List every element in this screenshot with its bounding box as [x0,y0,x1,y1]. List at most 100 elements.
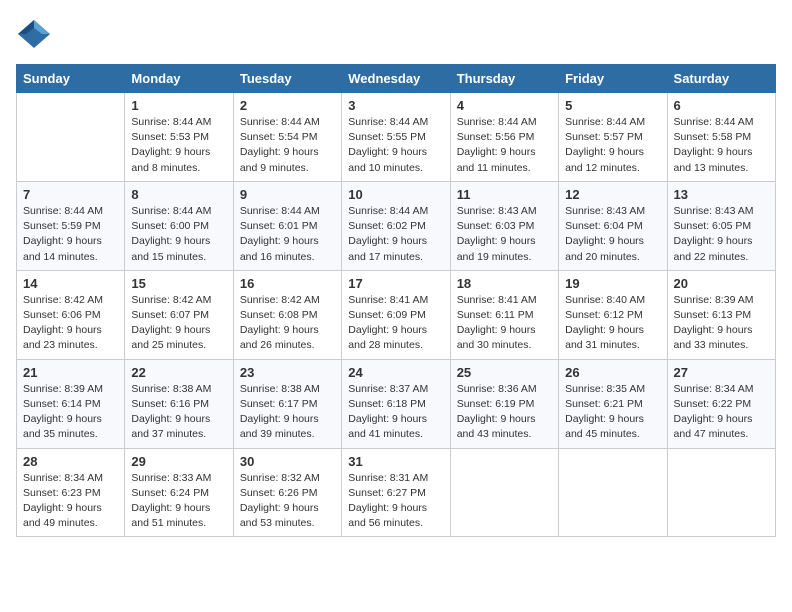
calendar-cell: 31Sunrise: 8:31 AM Sunset: 6:27 PM Dayli… [342,448,450,537]
day-number: 12 [565,187,660,202]
day-info: Sunrise: 8:38 AM Sunset: 6:17 PM Dayligh… [240,382,335,443]
calendar-cell: 18 Sunrise: 8:41 AM Sunset: 6:11 PM Dayli… [450,270,558,359]
day-number: 31 [348,454,443,469]
calendar-cell: 24Sunrise: 8:37 AM Sunset: 6:18 PM Dayli… [342,359,450,448]
day-number: 27 [674,365,769,380]
day-number: 18 [457,276,552,291]
day-info: Sunrise: 8:44 AM Sunset: 5:59 PM Dayligh… [23,204,118,265]
day-info: Sunrise: 8:44 AM Sunset: 6:01 PM Dayligh… [240,204,335,265]
logo [16,16,56,52]
logo-icon [16,16,52,52]
calendar-cell: 5 Sunrise: 8:44 AM Sunset: 5:57 PM Daylig… [559,93,667,182]
calendar-cell [559,448,667,537]
day-number: 2 [240,98,335,113]
calendar-cell: 1 Sunrise: 8:44 AM Sunset: 5:53 PM Daylig… [125,93,233,182]
page-header [16,16,776,52]
calendar-cell: 30 Sunrise: 8:32 AM Sunset: 6:26 PM Dayli… [233,448,341,537]
weekday-header: Sunday [17,65,125,93]
day-info: Sunrise: 8:44 AM Sunset: 5:57 PM Dayligh… [565,115,660,176]
day-info: Sunrise: 8:39 AM Sunset: 6:14 PM Dayligh… [23,382,118,443]
calendar-cell: 2 Sunrise: 8:44 AM Sunset: 5:54 PM Daylig… [233,93,341,182]
day-number: 6 [674,98,769,113]
day-number: 20 [674,276,769,291]
day-number: 7 [23,187,118,202]
day-number: 29 [131,454,226,469]
day-info: Sunrise: 8:34 AM Sunset: 6:23 PM Dayligh… [23,471,118,532]
day-number: 19 [565,276,660,291]
day-info: Sunrise: 8:44 AM Sunset: 5:53 PM Dayligh… [131,115,226,176]
calendar-week-row: 1 Sunrise: 8:44 AM Sunset: 5:53 PM Daylig… [17,93,776,182]
calendar-cell: 23 Sunrise: 8:38 AM Sunset: 6:17 PM Dayli… [233,359,341,448]
day-info: Sunrise: 8:42 AM Sunset: 6:07 PM Dayligh… [131,293,226,354]
calendar-cell: 4Sunrise: 8:44 AM Sunset: 5:56 PM Daylig… [450,93,558,182]
calendar-week-row: 14Sunrise: 8:42 AM Sunset: 6:06 PM Dayli… [17,270,776,359]
day-info: Sunrise: 8:35 AM Sunset: 6:21 PM Dayligh… [565,382,660,443]
calendar-cell: 14Sunrise: 8:42 AM Sunset: 6:06 PM Dayli… [17,270,125,359]
calendar-cell: 6 Sunrise: 8:44 AM Sunset: 5:58 PM Daylig… [667,93,775,182]
day-info: Sunrise: 8:41 AM Sunset: 6:09 PM Dayligh… [348,293,443,354]
day-info: Sunrise: 8:44 AM Sunset: 5:55 PM Dayligh… [348,115,443,176]
calendar-cell: 28 Sunrise: 8:34 AM Sunset: 6:23 PM Dayli… [17,448,125,537]
calendar-cell: 21 Sunrise: 8:39 AM Sunset: 6:14 PM Dayli… [17,359,125,448]
calendar-cell: 16Sunrise: 8:42 AM Sunset: 6:08 PM Dayli… [233,270,341,359]
day-number: 21 [23,365,118,380]
weekday-header: Saturday [667,65,775,93]
day-number: 15 [131,276,226,291]
day-info: Sunrise: 8:42 AM Sunset: 6:06 PM Dayligh… [23,293,118,354]
calendar-cell: 12 Sunrise: 8:43 AM Sunset: 6:04 PM Dayli… [559,181,667,270]
day-info: Sunrise: 8:44 AM Sunset: 5:58 PM Dayligh… [674,115,769,176]
day-info: Sunrise: 8:43 AM Sunset: 6:04 PM Dayligh… [565,204,660,265]
day-info: Sunrise: 8:33 AM Sunset: 6:24 PM Dayligh… [131,471,226,532]
weekday-header: Thursday [450,65,558,93]
calendar-cell [667,448,775,537]
day-number: 13 [674,187,769,202]
day-info: Sunrise: 8:38 AM Sunset: 6:16 PM Dayligh… [131,382,226,443]
day-number: 1 [131,98,226,113]
day-info: Sunrise: 8:44 AM Sunset: 6:00 PM Dayligh… [131,204,226,265]
day-number: 22 [131,365,226,380]
day-number: 5 [565,98,660,113]
calendar-cell: 26 Sunrise: 8:35 AM Sunset: 6:21 PM Dayli… [559,359,667,448]
calendar-cell: 27 Sunrise: 8:34 AM Sunset: 6:22 PM Dayli… [667,359,775,448]
calendar-cell: 15 Sunrise: 8:42 AM Sunset: 6:07 PM Dayli… [125,270,233,359]
day-info: Sunrise: 8:32 AM Sunset: 6:26 PM Dayligh… [240,471,335,532]
day-number: 9 [240,187,335,202]
calendar-cell [17,93,125,182]
calendar-cell: 3 Sunrise: 8:44 AM Sunset: 5:55 PM Daylig… [342,93,450,182]
day-number: 30 [240,454,335,469]
day-number: 10 [348,187,443,202]
day-number: 24 [348,365,443,380]
calendar-table: SundayMondayTuesdayWednesdayThursdayFrid… [16,64,776,537]
day-info: Sunrise: 8:40 AM Sunset: 6:12 PM Dayligh… [565,293,660,354]
day-info: Sunrise: 8:34 AM Sunset: 6:22 PM Dayligh… [674,382,769,443]
day-number: 26 [565,365,660,380]
day-number: 4 [457,98,552,113]
day-info: Sunrise: 8:39 AM Sunset: 6:13 PM Dayligh… [674,293,769,354]
calendar-week-row: 21 Sunrise: 8:39 AM Sunset: 6:14 PM Dayli… [17,359,776,448]
day-number: 25 [457,365,552,380]
weekday-header: Tuesday [233,65,341,93]
calendar-cell: 20 Sunrise: 8:39 AM Sunset: 6:13 PM Dayli… [667,270,775,359]
day-number: 28 [23,454,118,469]
weekday-header-row: SundayMondayTuesdayWednesdayThursdayFrid… [17,65,776,93]
calendar-cell: 25 Sunrise: 8:36 AM Sunset: 6:19 PM Dayli… [450,359,558,448]
day-number: 17 [348,276,443,291]
calendar-cell: 8 Sunrise: 8:44 AM Sunset: 6:00 PM Daylig… [125,181,233,270]
day-number: 16 [240,276,335,291]
calendar-cell: 22 Sunrise: 8:38 AM Sunset: 6:16 PM Dayli… [125,359,233,448]
calendar-cell: 13Sunrise: 8:43 AM Sunset: 6:05 PM Dayli… [667,181,775,270]
day-info: Sunrise: 8:44 AM Sunset: 5:54 PM Dayligh… [240,115,335,176]
calendar-week-row: 7 Sunrise: 8:44 AM Sunset: 5:59 PM Daylig… [17,181,776,270]
day-number: 11 [457,187,552,202]
calendar-cell: 19 Sunrise: 8:40 AM Sunset: 6:12 PM Dayli… [559,270,667,359]
weekday-header: Monday [125,65,233,93]
day-number: 3 [348,98,443,113]
day-info: Sunrise: 8:44 AM Sunset: 6:02 PM Dayligh… [348,204,443,265]
calendar-week-row: 28 Sunrise: 8:34 AM Sunset: 6:23 PM Dayli… [17,448,776,537]
day-number: 8 [131,187,226,202]
day-info: Sunrise: 8:41 AM Sunset: 6:11 PM Dayligh… [457,293,552,354]
day-number: 23 [240,365,335,380]
day-info: Sunrise: 8:43 AM Sunset: 6:03 PM Dayligh… [457,204,552,265]
calendar-cell: 29 Sunrise: 8:33 AM Sunset: 6:24 PM Dayli… [125,448,233,537]
day-info: Sunrise: 8:36 AM Sunset: 6:19 PM Dayligh… [457,382,552,443]
